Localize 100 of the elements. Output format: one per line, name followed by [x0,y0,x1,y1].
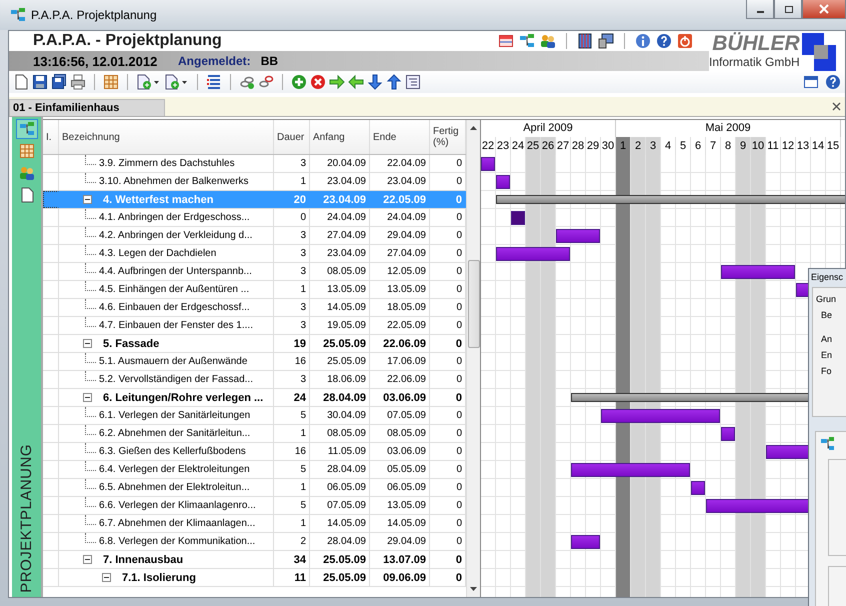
arrow-up-icon[interactable] [386,74,402,90]
table-icon [18,143,34,159]
end-date-cell: 13.05.09 [370,281,430,298]
duration-cell: 3 [274,317,310,334]
collapse-icon[interactable] [83,393,92,402]
task-name: 6.5. Abnehmen der Elektroleitun... [99,482,250,493]
scroll-down-icon[interactable] [470,587,477,591]
task-name: 6.3. Gießen des Kellerfußbodens [99,446,246,457]
start-date-cell: 25.05.09 [310,569,370,586]
duration-cell: 5 [274,497,310,514]
end-date-cell: 12.05.09 [370,263,430,280]
logo-icon [802,33,838,73]
document-tab[interactable]: 01 - Einfamilienhaus [9,99,166,116]
window-icon[interactable] [803,74,819,90]
new-page-icon[interactable] [13,74,29,90]
save-all-icon[interactable] [51,74,67,90]
columns-icon[interactable] [103,74,119,90]
print-icon[interactable] [70,74,86,90]
task-name: 4. Wetterfest machen [103,194,214,206]
sidebar-label: PROJEKTPLANUNG [18,444,35,593]
page-add-icon[interactable] [164,74,180,90]
collapse-icon[interactable] [83,195,92,204]
arrow-right-icon[interactable] [329,74,345,90]
calendar-icon[interactable] [498,33,514,49]
end-date-cell: 08.05.09 [370,425,430,442]
start-date-cell: 27.04.09 [310,227,370,244]
field-label: An [821,334,834,344]
task-name: 6.8. Verlegen der Kommunikation... [99,536,256,547]
end-date-cell: 29.04.09 [370,227,430,244]
page-add-icon[interactable] [136,74,152,90]
people-icon [18,165,34,181]
save-icon[interactable] [32,74,48,90]
collapse-icon[interactable] [102,573,111,582]
duration-cell: 3 [274,155,310,172]
help-icon[interactable] [656,33,672,49]
scroll-up-icon[interactable] [470,126,477,130]
task-name: 7.1. Isolierung [122,572,196,584]
maximize-button[interactable] [774,0,802,19]
sidebar-item[interactable] [16,119,38,139]
link-icon[interactable] [239,74,255,90]
task-name: 4.3. Legen der Dachdielen [99,248,216,259]
tree-icon [18,121,34,137]
group-label: Grun [816,294,838,304]
column-header[interactable]: Dauer [274,120,310,154]
duration-cell: 3 [274,299,310,316]
collapse-icon[interactable] [83,555,92,564]
end-date-cell: 23.04.09 [370,173,430,190]
scroll-thumb[interactable] [468,260,480,348]
logo-company: Informatik GmbH [709,55,800,69]
summary-bar[interactable] [496,195,845,204]
duration-cell: 1 [274,425,310,442]
clock-text: 13:16:56, 12.01.2012 [33,54,158,68]
minimize-button[interactable] [746,0,774,19]
delete-icon[interactable] [310,74,326,90]
task-name: 6.6. Verlegen der Klimaanlagenro... [99,500,256,511]
task-name: 3.10. Abnehmen der Balkenwerks [99,176,249,187]
add-icon[interactable] [291,74,307,90]
column-header[interactable]: I. [43,120,59,154]
start-date-cell: 06.05.09 [310,479,370,496]
close-button[interactable] [802,0,846,19]
app-icon [10,7,26,23]
duration-cell: 24 [274,389,310,406]
start-date-cell: 23.04.09 [310,191,370,208]
duration-cell: 3 [274,263,310,280]
caret-icon[interactable] [154,80,159,84]
outline-icon[interactable] [405,74,421,90]
close-icon[interactable] [832,102,841,111]
app-title: P.A.P.A. - Projektplanung [33,32,222,50]
computer-icon[interactable] [598,33,614,49]
collapse-icon[interactable] [83,339,92,348]
scrollbar[interactable] [466,120,480,597]
people-icon[interactable] [540,33,556,49]
duration-cell: 16 [274,353,310,370]
arrow-down-icon[interactable] [367,74,383,90]
day-header: 1 [616,137,631,155]
help-icon[interactable] [825,74,841,90]
end-date-cell: 27.04.09 [370,245,430,262]
caret-icon[interactable] [182,80,187,84]
list-icon[interactable] [206,74,222,90]
day-header: 10 [751,137,766,155]
task-name: 6. Leitungen/Rohre verlegen ... [103,392,264,404]
task-name: 6.2. Abnehmen der Sanitärleitun... [99,428,250,439]
unlink-icon[interactable] [258,74,274,90]
day-header: 25 [526,137,541,155]
column-header[interactable]: Ende [370,120,430,154]
start-date-cell: 18.06.09 [310,371,370,388]
start-date-cell: 11.05.09 [310,443,370,460]
arrow-left-icon[interactable] [348,74,364,90]
day-header: 9 [736,137,751,155]
duration-cell: 1 [274,281,310,298]
logo-name: BÜHLER [712,33,800,55]
end-date-cell: 03.06.09 [370,443,430,460]
tree-icon[interactable] [519,33,535,49]
book-icon[interactable] [577,33,593,49]
power-icon[interactable] [677,33,693,49]
end-date-cell: 17.06.09 [370,353,430,370]
column-header[interactable]: Bezeichnung [59,120,274,154]
column-header[interactable]: Anfang [310,120,370,154]
duration-cell: 2 [274,533,310,550]
info-icon[interactable] [635,33,651,49]
